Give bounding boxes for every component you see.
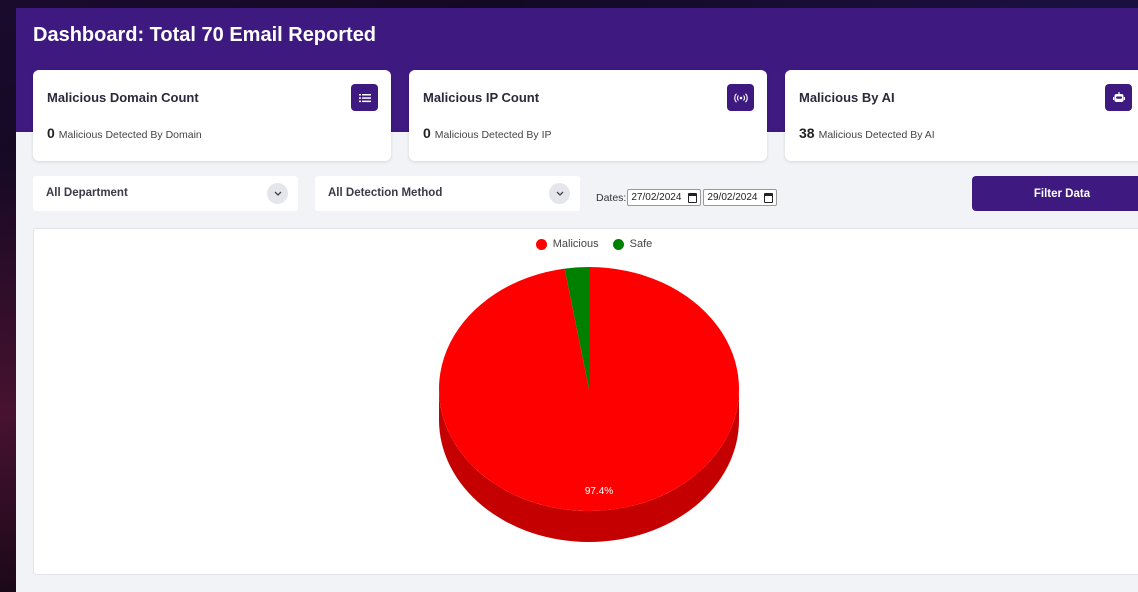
page-title: Dashboard: Total 70 Email Reported [33, 24, 377, 46]
card-malicious-ai: Malicious By AI 38 Malicious Detected By … [785, 70, 1138, 161]
filter-data-button[interactable]: Filter Data [972, 176, 1138, 211]
date-range: Dates: 27/02/2024 29/02/2024 [596, 189, 778, 206]
card-label: Malicious Detected By IP [434, 129, 552, 141]
card-subtitle: 0 Malicious Detected By Domain [47, 125, 202, 141]
broadcast-icon[interactable] [727, 84, 754, 111]
start-date-input[interactable]: 27/02/2024 [627, 189, 702, 206]
pie-data-label-malicious: 97.4% [585, 486, 613, 497]
end-date-input[interactable]: 29/02/2024 [703, 189, 778, 206]
card-count: 0 [47, 125, 55, 141]
department-select[interactable]: All Department [33, 176, 298, 211]
detection-method-select[interactable]: All Detection Method [315, 176, 580, 211]
dates-label: Dates: [596, 191, 627, 204]
calendar-icon[interactable] [688, 192, 698, 203]
card-malicious-ip: Malicious IP Count 0 Malicious Detected B… [409, 70, 767, 161]
card-label: Malicious Detected By AI [818, 129, 935, 141]
detection-method-select-value: All Detection Method [328, 187, 443, 199]
department-select-value: All Department [46, 187, 128, 199]
calendar-icon[interactable] [764, 192, 774, 203]
card-title: Malicious IP Count [423, 90, 540, 105]
card-title: Malicious Domain Count [47, 90, 199, 105]
chart-panel: Malicious Safe 97.4% [33, 228, 1138, 575]
list-icon[interactable] [351, 84, 378, 111]
card-malicious-domain: Malicious Domain Count 0 Malicious Detect… [33, 70, 391, 161]
dashboard-app: Dashboard: Total 70 Email Reported Malic… [16, 8, 1138, 592]
robot-icon[interactable] [1105, 84, 1132, 111]
start-date-value: 27/02/2024 [631, 192, 682, 203]
card-count: 0 [423, 125, 431, 141]
chevron-down-icon[interactable] [267, 183, 288, 204]
card-subtitle: 38 Malicious Detected By AI [799, 125, 935, 141]
card-count: 38 [799, 125, 815, 141]
chevron-down-icon[interactable] [549, 183, 570, 204]
card-label: Malicious Detected By Domain [58, 129, 202, 141]
pie-chart: 97.4% [439, 267, 739, 542]
card-subtitle: 0 Malicious Detected By IP [423, 125, 552, 141]
end-date-value: 29/02/2024 [707, 192, 758, 203]
card-title: Malicious By AI [799, 90, 895, 105]
